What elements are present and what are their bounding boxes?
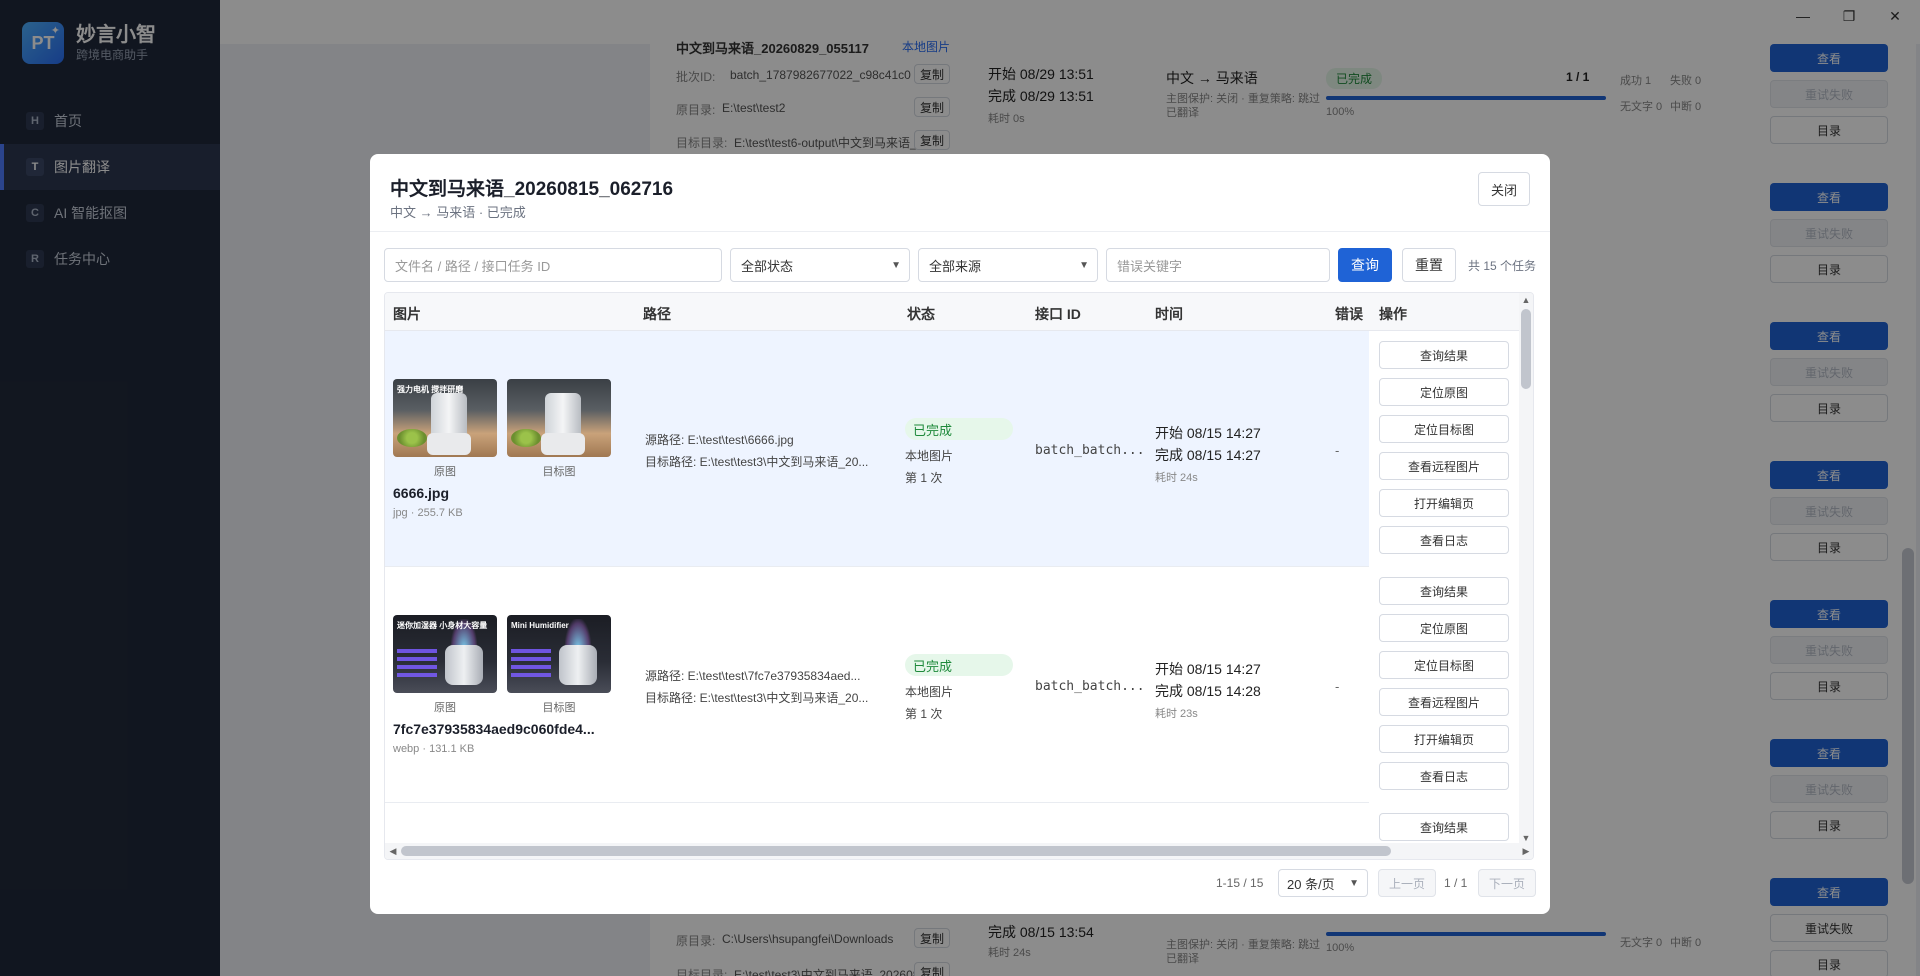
view-log-button[interactable]: 查看日志 (1379, 526, 1509, 554)
attempt-count: 第 1 次 (905, 471, 943, 485)
attempt-count: 第 1 次 (905, 707, 943, 721)
task-total: 共 15 个任务 (1468, 259, 1537, 273)
chevron-down-icon: ▼ (1079, 259, 1089, 271)
pager-page: 1 / 1 (1444, 876, 1468, 890)
col-error: 错误 (1335, 306, 1363, 322)
duration: 耗时 24s (1155, 472, 1198, 484)
end-time: 完成 08/15 14:27 (1155, 447, 1261, 463)
api-id: batch_batch... (1035, 443, 1145, 458)
status-select-value: 全部状态 (741, 258, 794, 274)
duration: 耗时 23s (1155, 708, 1198, 720)
file-meta: jpg · 255.7 KB (393, 507, 463, 519)
target-caption: 目标图 (542, 466, 576, 478)
row-actions: 查询结果 定位原图 定位目标图 查看远程图片 打开编辑页 查看日志 (1369, 331, 1521, 567)
scroll-right-icon[interactable]: ▶ (1519, 844, 1533, 858)
status-select[interactable]: 全部状态 ▼ (730, 248, 910, 282)
source-image-thumbnail[interactable]: 强力电机 搅拌研磨 (393, 379, 497, 457)
col-status: 状态 (907, 306, 935, 322)
table-horizontal-scrollbar[interactable]: ◀ ▶ (385, 843, 1533, 859)
target-path: 目标路径: E:\test\test3\中文到马来语_20... (645, 691, 869, 705)
target-image-thumbnail[interactable]: Mini Humidifier (507, 615, 611, 693)
source-path: 源路径: E:\test\test\7fc7e37935834aed... (645, 669, 861, 683)
page-size-value: 20 条/页 (1287, 876, 1335, 892)
api-id: batch_batch... (1035, 679, 1145, 694)
locate-target-button[interactable]: 定位目标图 (1379, 415, 1509, 443)
dialog-title: 中文到马来语_20260815_062716 (390, 179, 674, 200)
table-row: 迷你加湿器 小身材大容量 原图 Mini Humidifier 目标图 7fc7… (385, 567, 1521, 803)
query-result-button[interactable]: 查询结果 (1379, 813, 1509, 841)
view-remote-image-button[interactable]: 查看远程图片 (1379, 452, 1509, 480)
col-image: 图片 (393, 306, 421, 322)
file-meta: webp · 131.1 KB (393, 743, 475, 755)
table-vertical-scrollbar[interactable]: ▲ ▼ (1519, 293, 1533, 845)
target-path: 目标路径: E:\test\test3\中文到马来语_20... (645, 455, 869, 469)
close-dialog-button[interactable]: 关闭 (1478, 172, 1530, 206)
query-button[interactable]: 查询 (1338, 248, 1392, 282)
source-type: 本地图片 (905, 449, 954, 463)
error-keyword-input[interactable]: 错误关键字 (1106, 248, 1330, 282)
row-actions: 查询结果 定位原图 定位目标图 查看远程图片 打开编辑页 查看日志 (1369, 567, 1521, 803)
file-name: 7fc7e37935834aed9c060fde4... (393, 721, 595, 737)
start-time: 开始 08/15 14:27 (1155, 425, 1261, 441)
col-actions: 操作 (1379, 306, 1407, 322)
query-result-button[interactable]: 查询结果 (1379, 341, 1509, 369)
prev-page-button[interactable]: 上一页 (1378, 869, 1436, 897)
status-badge: 已完成 (905, 418, 1013, 440)
source-path: 源路径: E:\test\test\6666.jpg (645, 433, 794, 447)
thumb-text: 强力电机 搅拌研磨 (397, 385, 464, 394)
page-size-select[interactable]: 20 条/页 ▼ (1278, 869, 1368, 897)
target-caption: 目标图 (542, 702, 576, 714)
scroll-up-icon[interactable]: ▲ (1519, 293, 1533, 307)
locate-target-button[interactable]: 定位目标图 (1379, 651, 1509, 679)
dialog-header: 中文到马来语_20260815_062716 中文 → 马来语 · 已完成 关闭 (370, 154, 1550, 232)
chevron-down-icon: ▼ (891, 259, 901, 271)
col-api-id: 接口 ID (1035, 306, 1081, 322)
view-log-button[interactable]: 查看日志 (1379, 762, 1509, 790)
locate-source-button[interactable]: 定位原图 (1379, 614, 1509, 642)
dialog-subtitle: 中文 → 马来语 · 已完成 (390, 205, 526, 220)
start-time: 开始 08/15 14:27 (1155, 661, 1261, 677)
error-text: - (1335, 443, 1340, 458)
pager-range: 1-15 / 15 (1216, 876, 1264, 890)
target-image-thumbnail[interactable] (507, 379, 611, 457)
source-select-value: 全部来源 (929, 258, 982, 274)
status-badge: 已完成 (905, 654, 1013, 676)
thumb-text: Mini Humidifier (511, 621, 569, 630)
col-path: 路径 (643, 306, 671, 322)
source-type: 本地图片 (905, 685, 954, 699)
col-time: 时间 (1155, 306, 1183, 322)
source-caption: 原图 (434, 702, 456, 714)
query-result-button[interactable]: 查询结果 (1379, 577, 1509, 605)
file-name: 6666.jpg (393, 485, 450, 501)
scroll-left-icon[interactable]: ◀ (386, 844, 400, 858)
open-editor-button[interactable]: 打开编辑页 (1379, 725, 1509, 753)
scroll-thumb[interactable] (1521, 309, 1531, 389)
open-editor-button[interactable]: 打开编辑页 (1379, 489, 1509, 517)
search-input[interactable]: 文件名 / 路径 / 接口任务 ID (384, 248, 722, 282)
batch-detail-dialog: 中文到马来语_20260815_062716 中文 → 马来语 · 已完成 关闭… (370, 154, 1550, 914)
scroll-thumb[interactable] (401, 846, 1391, 856)
source-select[interactable]: 全部来源 ▼ (918, 248, 1098, 282)
table-header: 图片 路径 状态 接口 ID 时间 错误 操作 (385, 293, 1521, 331)
task-table: 图片 路径 状态 接口 ID 时间 错误 操作 强力电机 搅拌研磨 原图 目标图… (384, 292, 1534, 860)
view-remote-image-button[interactable]: 查看远程图片 (1379, 688, 1509, 716)
locate-source-button[interactable]: 定位原图 (1379, 378, 1509, 406)
thumb-text: 迷你加湿器 小身材大容量 (397, 621, 488, 630)
end-time: 完成 08/15 14:28 (1155, 683, 1261, 699)
table-row: 强力电机 搅拌研磨 原图 目标图 6666.jpg jpg · 255.7 KB… (385, 331, 1521, 567)
reset-button[interactable]: 重置 (1402, 248, 1456, 282)
source-image-thumbnail[interactable]: 迷你加湿器 小身材大容量 (393, 615, 497, 693)
next-page-button[interactable]: 下一页 (1478, 869, 1536, 897)
chevron-down-icon: ▼ (1349, 877, 1359, 889)
source-caption: 原图 (434, 466, 456, 478)
error-text: - (1335, 679, 1340, 694)
